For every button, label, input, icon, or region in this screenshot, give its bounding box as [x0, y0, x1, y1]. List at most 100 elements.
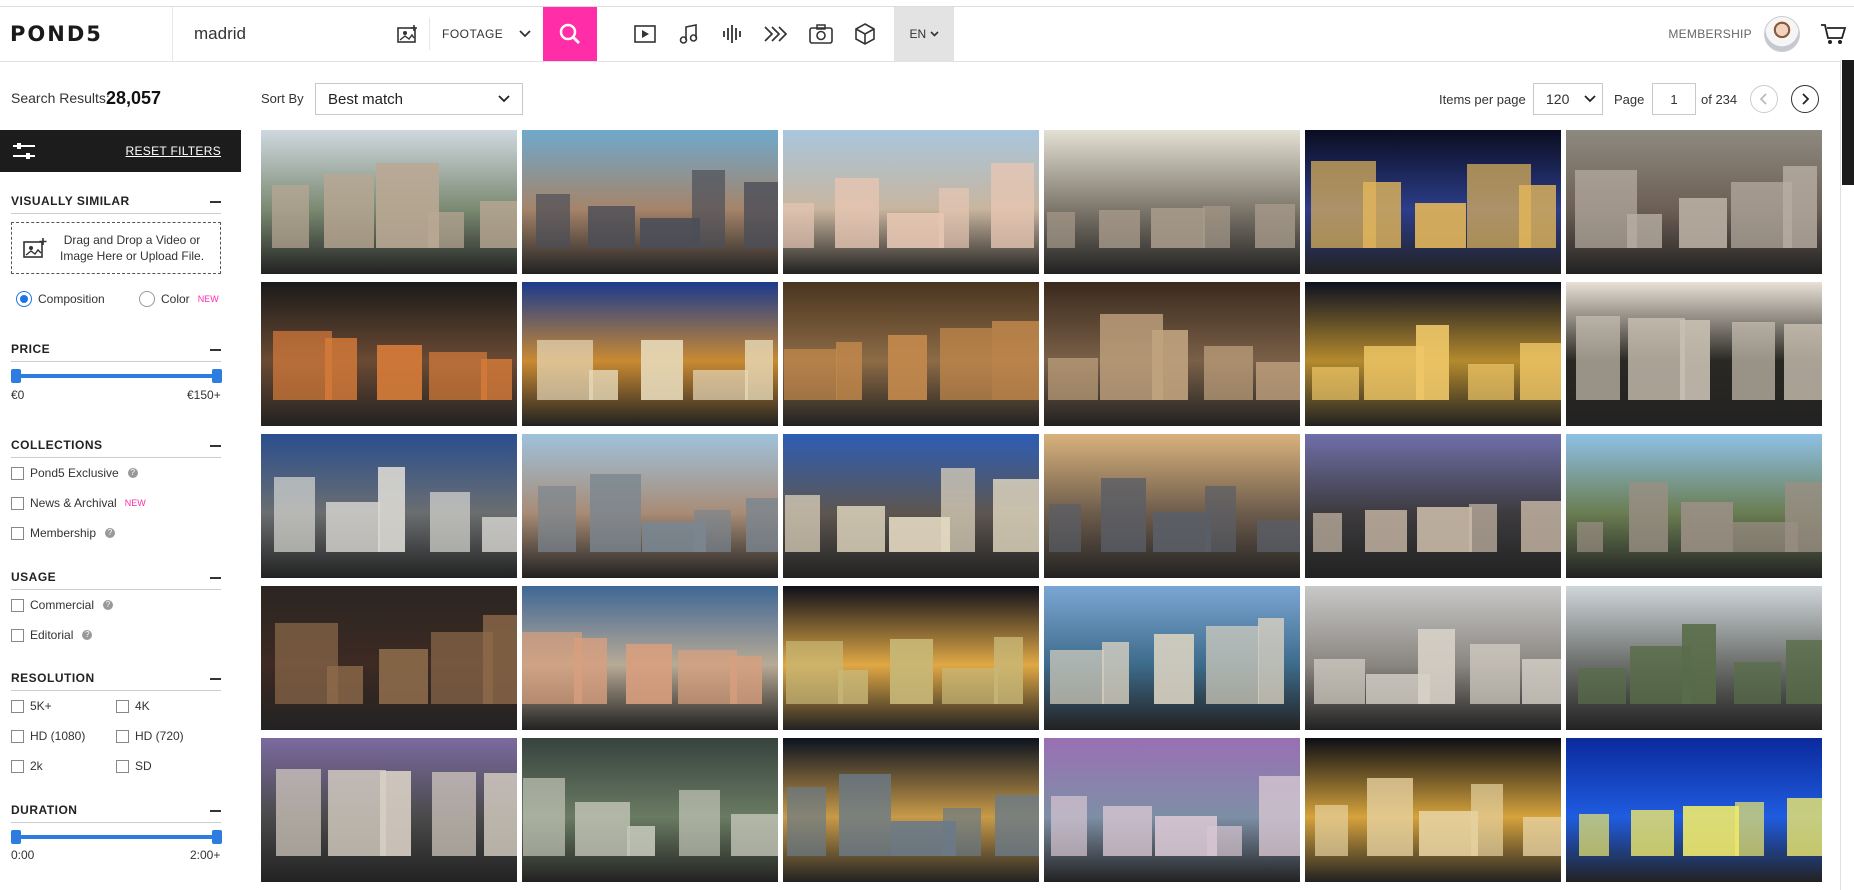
- video-thumbnail[interactable]: [1566, 434, 1822, 578]
- membership-link[interactable]: MEMBERSHIP: [1668, 6, 1764, 61]
- video-thumbnail[interactable]: [783, 738, 1039, 882]
- video-thumbnail[interactable]: [261, 738, 517, 882]
- filter-sliders-icon[interactable]: [12, 142, 36, 160]
- checkbox[interactable]: [11, 526, 24, 540]
- checkbox[interactable]: [11, 729, 24, 743]
- checkbox[interactable]: [11, 759, 24, 773]
- checkbox[interactable]: [11, 466, 24, 480]
- collapse-icon[interactable]: [210, 577, 221, 579]
- video-thumbnail[interactable]: [1305, 282, 1561, 426]
- resolution-5k[interactable]: 5K+: [11, 699, 52, 713]
- checkbox[interactable]: [116, 699, 129, 713]
- video-thumbnail[interactable]: [1566, 282, 1822, 426]
- video-thumbnail[interactable]: [1044, 738, 1300, 882]
- video-thumbnail[interactable]: [1044, 586, 1300, 730]
- prev-page-button[interactable]: [1750, 85, 1778, 113]
- results-label: Search Results:: [11, 90, 110, 106]
- video-thumbnail[interactable]: [261, 586, 517, 730]
- sort-select[interactable]: Best match: [315, 83, 523, 115]
- video-thumbnail[interactable]: [1305, 130, 1561, 274]
- help-icon[interactable]: ?: [82, 630, 93, 640]
- collection-membership[interactable]: Membership ?: [11, 526, 116, 540]
- resolution-2k[interactable]: 2k: [11, 759, 43, 773]
- duration-min-handle[interactable]: [11, 830, 21, 844]
- after-effects-icon[interactable]: [755, 6, 799, 62]
- help-icon[interactable]: ?: [127, 468, 138, 478]
- search-input[interactable]: [173, 6, 389, 61]
- checkbox[interactable]: [11, 496, 24, 510]
- pond5-logo[interactable]: POND5: [0, 6, 173, 61]
- checkbox[interactable]: [116, 759, 129, 773]
- video-thumbnail[interactable]: [1305, 586, 1561, 730]
- resolution-hd-720[interactable]: HD (720): [116, 729, 184, 743]
- duration-slider[interactable]: [14, 835, 217, 839]
- color-radio[interactable]: Color NEW: [139, 291, 219, 307]
- page-number-input[interactable]: [1652, 83, 1696, 115]
- next-page-button[interactable]: [1791, 85, 1819, 113]
- thumbnail-building: [1151, 208, 1205, 249]
- reset-filters-link[interactable]: RESET FILTERS: [126, 144, 221, 158]
- checkbox[interactable]: [116, 729, 129, 743]
- video-thumbnail[interactable]: [261, 282, 517, 426]
- collapse-icon[interactable]: [210, 810, 221, 812]
- help-icon[interactable]: ?: [105, 528, 116, 538]
- sound-effects-icon[interactable]: [711, 6, 755, 62]
- video-thumbnail[interactable]: [522, 130, 778, 274]
- video-thumbnail[interactable]: [261, 434, 517, 578]
- video-thumbnail[interactable]: [1566, 738, 1822, 882]
- scrollbar-thumb[interactable]: [1842, 60, 1854, 185]
- checkbox[interactable]: [11, 628, 24, 642]
- search-button[interactable]: [543, 6, 598, 61]
- language-select[interactable]: EN: [894, 6, 955, 61]
- collection-pond5-exclusive[interactable]: Pond5 Exclusive ?: [11, 466, 138, 480]
- thumbnail-building: [1628, 318, 1685, 401]
- video-thumbnail[interactable]: [783, 434, 1039, 578]
- video-thumbnail[interactable]: [1305, 434, 1561, 578]
- cart-icon[interactable]: [1820, 6, 1854, 61]
- composition-radio[interactable]: Composition: [16, 291, 105, 307]
- visual-search-dropzone[interactable]: Drag and Drop a Video or Image Here or U…: [11, 222, 221, 274]
- visual-search-icon[interactable]: [389, 6, 429, 61]
- price-max-handle[interactable]: [212, 369, 222, 383]
- video-thumbnail[interactable]: [1044, 434, 1300, 578]
- collapse-icon[interactable]: [210, 678, 221, 680]
- video-thumbnail[interactable]: [522, 586, 778, 730]
- video-thumbnail[interactable]: [783, 586, 1039, 730]
- resolution-hd-1080[interactable]: HD (1080): [11, 729, 85, 743]
- video-thumbnail[interactable]: [783, 282, 1039, 426]
- media-type-select[interactable]: FOOTAGE: [429, 17, 543, 50]
- video-thumbnail[interactable]: [522, 434, 778, 578]
- resolution-sd[interactable]: SD: [116, 759, 152, 773]
- resolution-label: SD: [135, 759, 152, 773]
- video-thumbnail[interactable]: [783, 130, 1039, 274]
- thumbnail-building: [1314, 659, 1365, 705]
- checkbox[interactable]: [11, 598, 24, 612]
- photo-icon[interactable]: [799, 6, 843, 62]
- avatar[interactable]: [1764, 15, 1800, 52]
- video-thumbnail[interactable]: [261, 130, 517, 274]
- collection-label: Membership: [30, 526, 97, 540]
- duration-max-handle[interactable]: [212, 830, 222, 844]
- collapse-icon[interactable]: [210, 201, 221, 203]
- usage-editorial[interactable]: Editorial ?: [11, 628, 93, 642]
- resolution-4k[interactable]: 4K: [116, 699, 150, 713]
- items-per-page-select[interactable]: 120: [1533, 83, 1603, 115]
- music-icon[interactable]: [667, 6, 711, 62]
- video-thumbnail[interactable]: [522, 282, 778, 426]
- checkbox[interactable]: [11, 699, 24, 713]
- help-icon[interactable]: ?: [103, 600, 114, 610]
- video-thumbnail[interactable]: [522, 738, 778, 882]
- video-icon[interactable]: [623, 6, 667, 62]
- collapse-icon[interactable]: [210, 445, 221, 447]
- video-thumbnail[interactable]: [1305, 738, 1561, 882]
- price-min-handle[interactable]: [11, 369, 21, 383]
- video-thumbnail[interactable]: [1044, 130, 1300, 274]
- 3d-icon[interactable]: [843, 6, 887, 62]
- video-thumbnail[interactable]: [1044, 282, 1300, 426]
- collapse-icon[interactable]: [210, 349, 221, 351]
- collection-news-archival[interactable]: News & Archival NEW: [11, 496, 146, 510]
- video-thumbnail[interactable]: [1566, 130, 1822, 274]
- usage-commercial[interactable]: Commercial ?: [11, 598, 114, 612]
- price-slider[interactable]: [14, 374, 217, 378]
- video-thumbnail[interactable]: [1566, 586, 1822, 730]
